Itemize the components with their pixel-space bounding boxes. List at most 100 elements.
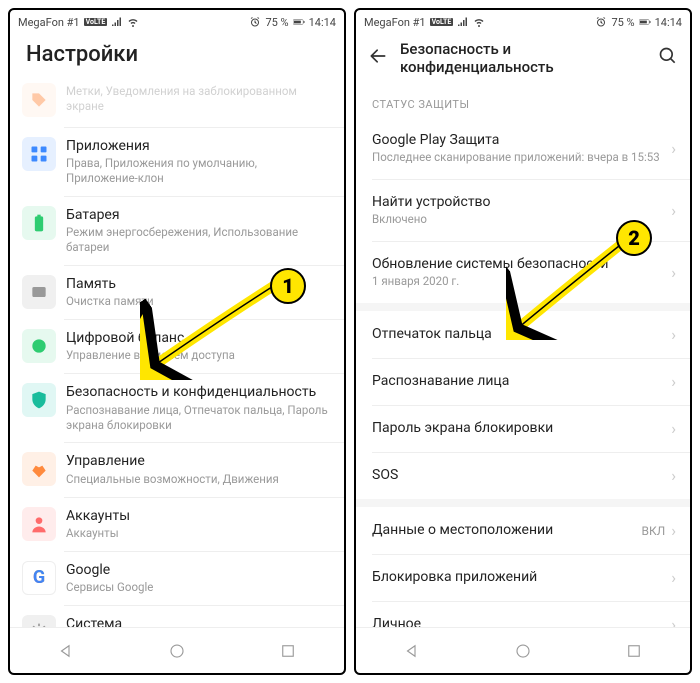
row-private[interactable]: Личное ›: [356, 601, 690, 627]
settings-row-system[interactable]: СистемаСистемная навигация, Обновление П…: [10, 605, 344, 627]
clock: 14:14: [655, 16, 682, 29]
status-bar: MegaFon #1 VoLTE 75 % 14:14: [10, 10, 344, 32]
row-title: Управление: [66, 452, 330, 470]
settings-row-accounts[interactable]: АккаунтыАккаунты: [10, 497, 344, 551]
row-title: Цифровой баланс: [66, 329, 330, 347]
row-title: Обновление системы безопасности: [372, 255, 665, 273]
chevron-right-icon: ›: [671, 139, 676, 158]
battery-pct: 75 %: [265, 16, 288, 29]
chevron-right-icon: ›: [671, 263, 676, 282]
page-title: Настройки: [10, 32, 344, 73]
row-value: ВКЛ: [642, 524, 666, 538]
row-fingerprint[interactable]: Отпечаток пальца ›: [356, 311, 690, 358]
page-title: Безопасность и конфиденциальность: [400, 40, 646, 76]
row-title: Google: [66, 561, 330, 579]
nav-bar: [356, 627, 690, 673]
chevron-right-icon: ›: [671, 419, 676, 438]
battery-icon: [22, 206, 56, 240]
battery-icon: [639, 16, 651, 28]
row-title: Распознавание лица: [372, 372, 665, 390]
search-button[interactable]: [658, 46, 678, 70]
row-sub: Права, Приложения по умолчанию, Приложен…: [66, 156, 330, 186]
row-sub: Метки, Уведомления на заблокированном эк…: [66, 84, 330, 114]
settings-list[interactable]: Метки, Уведомления на заблокированном эк…: [10, 73, 344, 627]
volte-badge: VoLTE: [430, 18, 454, 26]
status-bar: MegaFon #1 VoLTE 75 % 14:14: [356, 10, 690, 32]
row-title: Пароль экрана блокировки: [372, 419, 665, 437]
clock: 14:14: [309, 16, 336, 29]
back-button[interactable]: [368, 46, 388, 70]
section-gap: [356, 499, 690, 507]
row-title: Приложения: [66, 137, 330, 155]
row-title: Безопасность и конфиденциальность: [66, 383, 330, 401]
system-icon: [22, 615, 56, 627]
nav-home[interactable]: [493, 628, 553, 673]
settings-row-notifications[interactable]: Метки, Уведомления на заблокированном эк…: [10, 73, 344, 127]
row-sub: Режим энергосбережения, Использование ба…: [66, 225, 330, 255]
settings-row-google[interactable]: G GoogleСервисы Google: [10, 551, 344, 605]
row-title: Найти устройство: [372, 193, 665, 211]
row-title: Блокировка приложений: [372, 568, 665, 586]
shield-icon: [22, 383, 56, 417]
settings-row-battery[interactable]: БатареяРежим энергосбережения, Использов…: [10, 196, 344, 265]
carrier-label: MegaFon #1: [18, 16, 80, 29]
nav-back[interactable]: [382, 628, 442, 673]
chevron-right-icon: ›: [671, 201, 676, 220]
phone-right: MegaFon #1 VoLTE 75 % 14:14 Безопасность…: [354, 8, 692, 675]
chevron-right-icon: ›: [671, 521, 676, 540]
battery-icon: [293, 16, 305, 28]
security-list[interactable]: СТАТУС ЗАЩИТЫ Google Play ЗащитаПоследне…: [356, 84, 690, 627]
chevron-right-icon: ›: [671, 615, 676, 627]
alarm-icon: [595, 16, 607, 28]
gesture-icon: [22, 452, 56, 486]
row-sub: Аккаунты: [66, 526, 330, 541]
row-title: Аккаунты: [66, 507, 330, 525]
row-face-recognition[interactable]: Распознавание лица ›: [356, 358, 690, 405]
chevron-right-icon: ›: [671, 325, 676, 344]
row-location[interactable]: Данные о местоположении ВКЛ ›: [356, 507, 690, 554]
chevron-right-icon: ›: [671, 568, 676, 587]
tag-icon: [22, 83, 56, 117]
section-header: СТАТУС ЗАЩИТЫ: [356, 84, 690, 117]
row-play-protect[interactable]: Google Play ЗащитаПоследнее сканирование…: [356, 117, 690, 179]
nav-recent[interactable]: [604, 628, 664, 673]
settings-row-digital-balance[interactable]: Цифровой балансУправление временем досту…: [10, 319, 344, 373]
row-sub: Последнее сканирование приложений: вчера…: [372, 150, 665, 165]
row-title: SOS: [372, 466, 665, 484]
nav-recent[interactable]: [258, 628, 318, 673]
nav-back[interactable]: [36, 628, 96, 673]
carrier-label: MegaFon #1: [364, 16, 426, 29]
row-sub: Специальные возможности, Движения: [66, 472, 330, 487]
signal-icon: [111, 16, 123, 28]
row-title: Данные о местоположении: [372, 521, 636, 539]
wifi-icon: [127, 16, 139, 28]
chevron-right-icon: ›: [671, 466, 676, 485]
account-icon: [22, 507, 56, 541]
section-gap: [356, 303, 690, 311]
row-title: Батарея: [66, 206, 330, 224]
settings-row-smart-assist[interactable]: Управление Специальные возможности, Движе…: [10, 442, 344, 496]
row-sub: Сервисы Google: [66, 580, 330, 595]
row-title: Система: [66, 615, 330, 627]
arrow-left-icon: [368, 46, 388, 66]
row-lock-password[interactable]: Пароль экрана блокировки ›: [356, 405, 690, 452]
row-sos[interactable]: SOS ›: [356, 452, 690, 499]
storage-icon: [22, 275, 56, 309]
settings-row-apps[interactable]: ПриложенияПрава, Приложения по умолчанию…: [10, 127, 344, 196]
row-sub: Управление временем доступа: [66, 348, 330, 363]
row-title: Личное: [372, 615, 665, 627]
row-title: Отпечаток пальца: [372, 325, 665, 343]
settings-row-security[interactable]: Безопасность и конфиденциальность Распозн…: [10, 373, 344, 442]
row-app-lock[interactable]: Блокировка приложений ›: [356, 554, 690, 601]
battery-pct: 75 %: [611, 16, 634, 29]
header: Безопасность и конфиденциальность: [356, 32, 690, 84]
phone-left: MegaFon #1 VoLTE 75 % 14:14 Настройки Ме…: [8, 8, 346, 675]
nav-bar: [10, 627, 344, 673]
chevron-right-icon: ›: [671, 372, 676, 391]
row-sub: Распознавание лица, Отпечаток пальца, Па…: [66, 403, 330, 433]
apps-icon: [22, 137, 56, 171]
volte-badge: VoLTE: [84, 18, 108, 26]
nav-home[interactable]: [147, 628, 207, 673]
row-sub: 1 января 2020 г.: [372, 274, 665, 289]
balance-icon: [22, 329, 56, 363]
